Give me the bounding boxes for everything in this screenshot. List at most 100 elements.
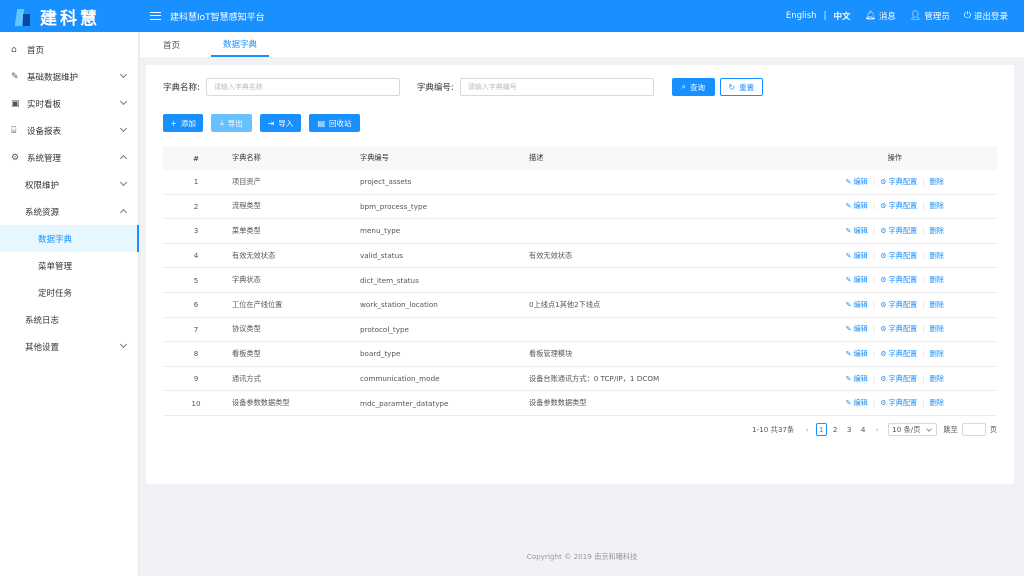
page-1-button[interactable]: 1 [815,423,827,436]
chevron-up-icon [119,154,128,163]
query-button[interactable]: ⌕ 查询 [671,78,715,96]
dict-config-label: 字典配置 [888,398,918,408]
cell-code: bpm_process_type [360,201,427,211]
prev-page-icon[interactable]: ‹ [802,423,813,436]
edit-link[interactable]: ✎ 编辑 [846,374,868,384]
brand-logo[interactable]: 建科慧 [0,0,140,32]
delete-link[interactable]: 删除 [930,300,944,310]
language-english[interactable]: English [786,11,817,21]
cell-ops: ✎ 编辑 | ⚙ 字典配置 | 删除 [729,275,997,285]
dict-config-link[interactable]: ⚙ 字典配置 [880,398,917,408]
edit-icon: ✎ [845,349,852,358]
tab-home[interactable]: 首页 [162,32,181,57]
edit-icon: ✎ [845,399,852,408]
page-4-button[interactable]: 4 [858,423,869,436]
language-chinese[interactable]: 中文 [833,10,850,22]
sidebar: ⌂ 首页 ✎ 基础数据维护 ▣ 实时看板 ⌸ 设备报表 ⚙ 系统管理 权限维护 系统资源 … [0,32,139,576]
content-panel: 字典名称: 请输入字典名称 字典编号: 请输入字典编号 ⌕ 查询 ↻ 重置 + 添加 … [146,65,1014,484]
dict-config-link[interactable]: ⚙ 字典配置 [880,275,917,285]
header-code: 字典编号 [360,153,389,162]
chevron-down-icon [119,124,128,133]
edit-link[interactable]: ✎ 编辑 [846,201,868,211]
dict-config-label: 字典配置 [888,201,918,211]
cell-code: project_assets [360,177,412,187]
download-icon: ⤓ [220,118,224,127]
table-row: 1 项目资产 project_assets ✎ 编辑 | ⚙ 字典配置 | 删除 [163,170,997,195]
delete-link[interactable]: 删除 [930,177,944,187]
dict-config-link[interactable]: ⚙ 字典配置 [880,251,917,261]
delete-link[interactable]: 删除 [930,398,944,408]
page-size-select[interactable]: 10 条/页 [888,423,938,436]
dict-config-link[interactable]: ⚙ 字典配置 [880,374,917,384]
reset-button[interactable]: ↻ 重置 [719,78,763,96]
sidebar-item-menu-mgmt[interactable]: 菜单管理 [0,252,138,279]
logout-button[interactable]: ⏻ 退出登录 [964,10,1008,22]
sidebar-item-basic-data[interactable]: ✎ 基础数据维护 [0,63,138,90]
messages-button[interactable]: 🔔︎ 消息 [864,10,895,22]
delete-link[interactable]: 删除 [930,349,944,359]
add-button[interactable]: + 添加 [163,114,203,132]
op-divider: | [922,202,925,211]
sidebar-item-label: 数据字典 [38,234,73,245]
edit-link[interactable]: ✎ 编辑 [846,275,868,285]
search-form: 字典名称: 请输入字典名称 字典编号: 请输入字典编号 ⌕ 查询 ↻ 重置 [163,78,763,96]
delete-label: 删除 [929,201,944,211]
dict-name-input[interactable]: 请输入字典名称 [205,78,400,96]
cell-index: 6 [193,300,199,310]
edit-link[interactable]: ✎ 编辑 [846,398,868,408]
gear-icon: ⚙ [880,226,887,235]
sidebar-item-home[interactable]: ⌂ 首页 [0,36,138,63]
cell-name: 看板类型 [232,348,261,358]
sidebar-item-system-mgmt[interactable]: ⚙ 系统管理 [0,144,138,171]
pagination-summary: 1-10 共37条 [752,424,795,434]
import-button[interactable]: ⇥ 导入 [260,114,301,132]
op-divider: | [922,226,925,235]
dict-config-link[interactable]: ⚙ 字典配置 [880,324,917,334]
dict-config-link[interactable]: ⚙ 字典配置 [880,300,917,310]
user-menu[interactable]: 👤︎ 管理员 [910,10,950,22]
dict-code-input[interactable]: 请输入字典编号 [459,78,654,96]
page-3-button[interactable]: 3 [844,423,855,436]
export-button[interactable]: ⤓ 导出 [211,114,252,132]
edit-link[interactable]: ✎ 编辑 [846,300,868,310]
jump-page-input[interactable] [961,423,986,436]
cell-ops: ✎ 编辑 | ⚙ 字典配置 | 删除 [729,349,997,359]
table-body: 1 项目资产 project_assets ✎ 编辑 | ⚙ 字典配置 | 删除 2 流程类型 bpm_… [163,170,997,416]
next-page-icon[interactable]: › [872,423,883,436]
op-divider: | [872,276,876,285]
edit-label: 编辑 [853,299,868,309]
delete-link[interactable]: 删除 [930,324,944,334]
sidebar-item-system-log[interactable]: 系统日志 [0,306,138,333]
page-2-button[interactable]: 2 [830,423,841,436]
delete-link[interactable]: 删除 [930,251,944,261]
edit-label: 编辑 [853,373,868,383]
sidebar-item-system-resource[interactable]: 系统资源 [0,198,138,225]
chevron-down-icon [119,70,128,79]
delete-link[interactable]: 删除 [930,374,944,384]
delete-link[interactable]: 删除 [930,275,944,285]
recycle-bin-button[interactable]: ▤ 回收站 [309,114,360,132]
tab-data-dict[interactable]: 数据字典 [211,32,270,57]
sidebar-item-label: 系统资源 [25,207,60,218]
page-list: 1234 [814,423,870,436]
dict-config-link[interactable]: ⚙ 字典配置 [880,226,917,236]
sidebar-item-device-report[interactable]: ⌸ 设备报表 [0,117,138,144]
sidebar-item-other-settings[interactable]: 其他设置 [0,333,138,360]
edit-link[interactable]: ✎ 编辑 [846,226,868,236]
dict-config-link[interactable]: ⚙ 字典配置 [880,201,917,211]
edit-link[interactable]: ✎ 编辑 [846,349,868,359]
edit-link[interactable]: ✎ 编辑 [846,324,868,334]
page-tabs: 首页 数据字典 [140,32,1024,57]
cell-index: 7 [193,324,199,334]
edit-link[interactable]: ✎ 编辑 [846,177,868,187]
edit-link[interactable]: ✎ 编辑 [846,251,868,261]
menu-toggle-button[interactable] [148,0,162,32]
sidebar-item-scheduled-tasks[interactable]: 定时任务 [0,279,138,306]
dict-config-link[interactable]: ⚙ 字典配置 [880,349,917,359]
dict-config-link[interactable]: ⚙ 字典配置 [880,177,917,187]
sidebar-item-permission[interactable]: 权限维护 [0,171,138,198]
sidebar-item-realtime[interactable]: ▣ 实时看板 [0,90,138,117]
delete-link[interactable]: 删除 [930,201,944,211]
sidebar-item-data-dict[interactable]: 数据字典 [0,225,139,252]
delete-link[interactable]: 删除 [930,226,944,236]
